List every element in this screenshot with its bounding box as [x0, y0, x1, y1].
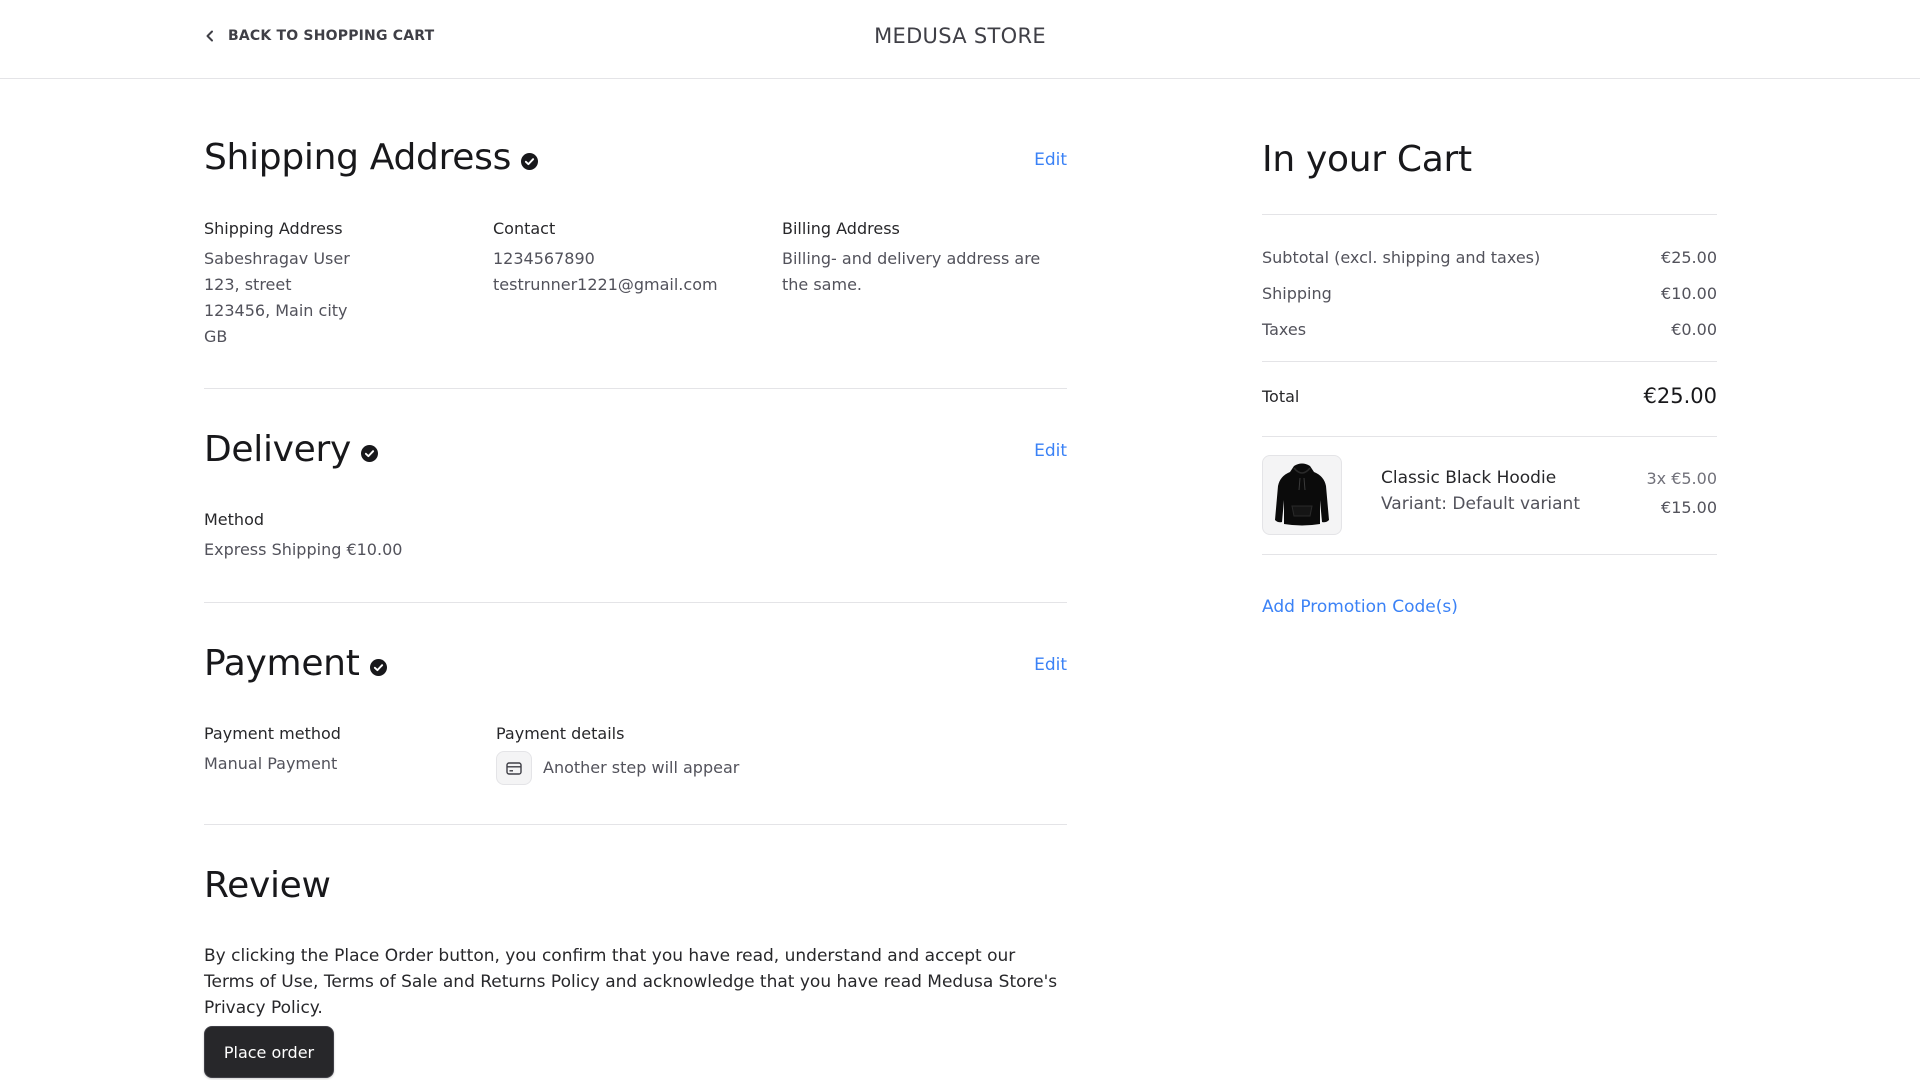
shipping-label: Shipping [1262, 284, 1332, 303]
divider [1262, 554, 1717, 555]
total-label: Total [1262, 386, 1300, 406]
payment-details-column: Payment details Another step will appear [496, 721, 796, 785]
payment-heading: Payment [204, 643, 387, 684]
payment-edit-link[interactable]: Edit [1034, 655, 1067, 675]
subtotal-label: Subtotal (excl. shipping and taxes) [1262, 248, 1541, 267]
payment-title: Payment [204, 643, 360, 684]
place-order-button[interactable]: Place order [204, 1026, 334, 1078]
shipping-address-column: Shipping Address Sabeshragav User 123, s… [204, 216, 493, 350]
payment-method-column: Payment method Manual Payment [204, 721, 496, 785]
shipping-value: €10.00 [1661, 284, 1717, 303]
billing-address-label: Billing Address [782, 219, 900, 238]
address-line: GB [204, 327, 228, 346]
product-quantity-price: 3x €5.00 [1646, 469, 1717, 488]
check-circle-icon [369, 659, 387, 676]
cart-title: In your Cart [1262, 139, 1472, 180]
shipping-row: Shipping €10.00 [1262, 284, 1717, 303]
product-name[interactable]: Classic Black Hoodie [1381, 468, 1556, 488]
divider [1262, 361, 1717, 362]
delivery-edit-link[interactable]: Edit [1034, 441, 1067, 461]
contact-column: Contact 1234567890 testrunner1221@gmail.… [493, 216, 782, 350]
shipping-address-label: Shipping Address [204, 219, 343, 238]
payment-details-label: Payment details [496, 724, 625, 743]
billing-address-text: Billing- and delivery address are the sa… [782, 249, 1041, 294]
product-line-total: €15.00 [1661, 498, 1717, 517]
delivery-title: Delivery [204, 429, 352, 470]
check-circle-icon [361, 445, 379, 462]
delivery-heading: Delivery [204, 429, 379, 470]
review-section: Review By clicking the Place Order butto… [204, 825, 1067, 1080]
check-circle-icon [521, 153, 539, 170]
hoodie-image [1275, 463, 1329, 526]
shipping-section: Shipping Address Edit Shipping Address S… [204, 79, 1067, 389]
contact-email: testrunner1221@gmail.com [493, 275, 718, 294]
total-value: €25.00 [1643, 384, 1717, 408]
divider [1262, 214, 1717, 215]
checkout-form: Shipping Address Edit Shipping Address S… [204, 79, 1067, 1080]
taxes-value: €0.00 [1671, 320, 1717, 339]
credit-card-icon [496, 751, 532, 785]
total-row: Total €25.00 [1262, 384, 1717, 408]
address-line: 123456, Main city [204, 301, 348, 320]
contact-phone: 1234567890 [493, 249, 595, 268]
address-line: 123, street [204, 275, 292, 294]
address-line: Sabeshragav User [204, 249, 350, 268]
review-terms-text: By clicking the Place Order button, you … [204, 946, 1058, 1018]
payment-section: Payment Edit Payment method Manual Payme… [204, 603, 1067, 825]
contact-label: Contact [493, 219, 556, 238]
review-title: Review [204, 865, 331, 906]
shipping-heading: Shipping Address [204, 137, 539, 178]
add-promotion-code-link[interactable]: Add Promotion Code(s) [1262, 597, 1458, 617]
taxes-row: Taxes €0.00 [1262, 320, 1717, 339]
product-variant: Variant: Default variant [1381, 494, 1580, 514]
payment-details-value: Another step will appear [543, 758, 740, 777]
billing-address-column: Billing Address Billing- and delivery ad… [782, 216, 1067, 350]
top-nav: BACK TO SHOPPING CART MEDUSA STORE [0, 0, 1920, 79]
payment-method-value: Manual Payment [204, 754, 338, 773]
delivery-section: Delivery Edit Method Express Shipping €1… [204, 389, 1067, 603]
shipping-title: Shipping Address [204, 137, 512, 178]
subtotal-value: €25.00 [1661, 248, 1717, 267]
payment-method-label: Payment method [204, 724, 341, 743]
product-thumbnail[interactable] [1262, 455, 1342, 535]
taxes-label: Taxes [1262, 320, 1307, 339]
shipping-edit-link[interactable]: Edit [1034, 150, 1067, 170]
delivery-method-value: Express Shipping €10.00 [204, 540, 403, 559]
subtotal-row: Subtotal (excl. shipping and taxes) €25.… [1262, 248, 1717, 267]
delivery-method-column: Method Express Shipping €10.00 [204, 507, 402, 563]
delivery-method-label: Method [204, 510, 265, 529]
divider [1262, 436, 1717, 437]
store-logo-title[interactable]: MEDUSA STORE [0, 24, 1920, 48]
